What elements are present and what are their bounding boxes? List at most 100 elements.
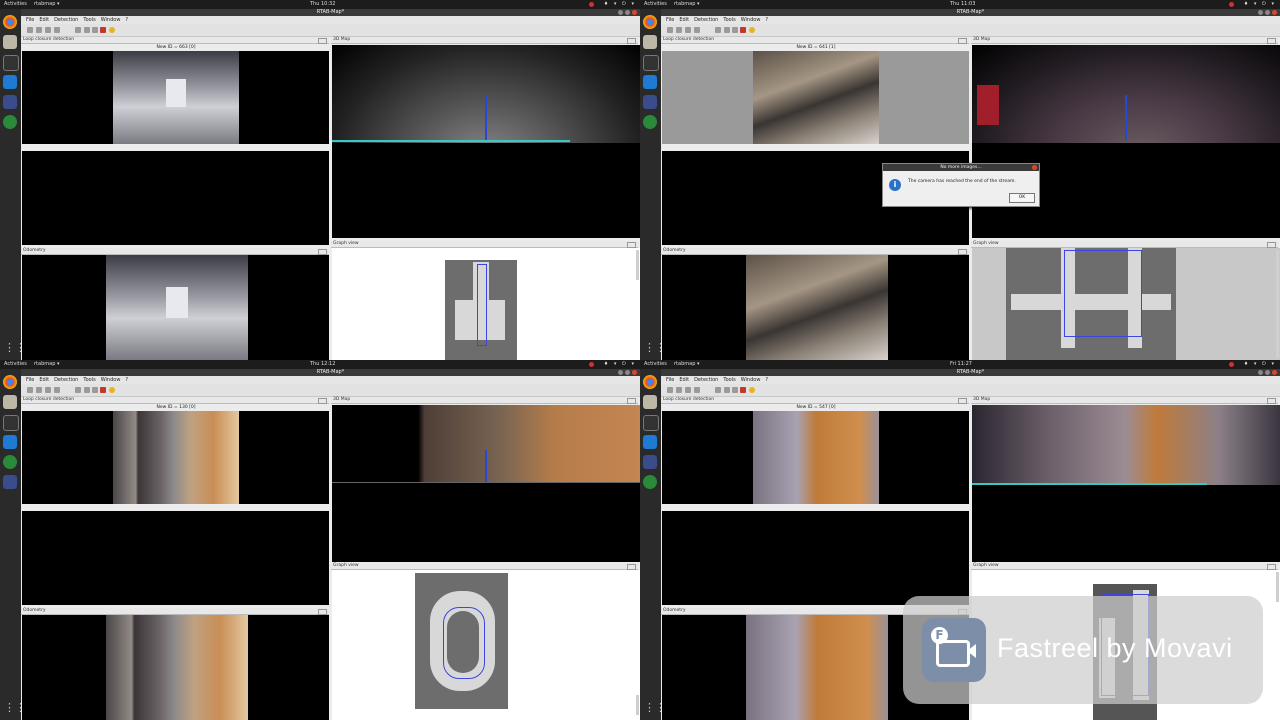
maximize-button[interactable] (625, 10, 630, 15)
menu-help[interactable]: ? (765, 17, 768, 23)
app-menu[interactable]: rtabmap ▾ (674, 361, 699, 367)
minimize-button[interactable] (1258, 10, 1263, 15)
maximize-button[interactable] (1265, 370, 1270, 375)
close-db-icon[interactable] (694, 27, 700, 33)
menu-window[interactable]: Window (101, 17, 121, 23)
menu-tools[interactable]: Tools (83, 17, 95, 23)
panel-float-button[interactable] (318, 38, 327, 44)
menu-file[interactable]: File (666, 377, 674, 383)
settings-icon[interactable] (643, 115, 657, 129)
save-icon[interactable] (685, 387, 691, 393)
ok-button[interactable]: OK (1009, 193, 1035, 203)
graph-scrollbar[interactable] (1276, 250, 1279, 358)
panel-float-button[interactable] (958, 38, 967, 44)
menu-edit[interactable]: Edit (679, 17, 689, 23)
menu-edit[interactable]: Edit (679, 377, 689, 383)
menu-help[interactable]: ? (765, 377, 768, 383)
panel-float-button[interactable] (627, 38, 636, 44)
panel-float-button[interactable] (318, 398, 327, 404)
snapshot-icon[interactable] (109, 27, 115, 33)
pause-icon[interactable] (84, 387, 90, 393)
record-icon[interactable] (732, 27, 738, 33)
start-icon[interactable] (75, 27, 81, 33)
settings-icon[interactable] (3, 115, 17, 129)
chrome-icon[interactable] (3, 375, 17, 389)
snapshot-icon[interactable] (749, 387, 755, 393)
menu-detection[interactable]: Detection (694, 377, 718, 383)
menu-file[interactable]: File (666, 17, 674, 23)
new-icon[interactable] (667, 387, 673, 393)
activities-button[interactable]: Activities (4, 361, 27, 367)
dialog-titlebar[interactable]: No more images... (883, 164, 1039, 171)
vscode-icon[interactable] (3, 435, 17, 449)
open-icon[interactable] (676, 27, 682, 33)
panel-float-button[interactable] (627, 398, 636, 404)
settings-icon[interactable] (3, 455, 17, 469)
window-titlebar[interactable]: RTAB-Map* (21, 9, 640, 16)
chrome-icon[interactable] (643, 15, 657, 29)
vscode-icon[interactable] (3, 75, 17, 89)
system-tray[interactable]: ♦ ▾ ⏻ ▾ (604, 361, 636, 367)
menu-help[interactable]: ? (125, 377, 128, 383)
chrome-icon[interactable] (3, 15, 17, 29)
menu-detection[interactable]: Detection (694, 17, 718, 23)
menu-detection[interactable]: Detection (54, 17, 78, 23)
terminal-icon[interactable] (3, 415, 19, 431)
start-icon[interactable] (715, 27, 721, 33)
menu-help[interactable]: ? (125, 17, 128, 23)
stop-icon[interactable] (740, 387, 746, 393)
open-icon[interactable] (676, 387, 682, 393)
menu-file[interactable]: File (26, 17, 34, 23)
start-icon[interactable] (715, 387, 721, 393)
open-icon[interactable] (36, 387, 42, 393)
record-icon[interactable] (732, 387, 738, 393)
close-button[interactable] (632, 370, 637, 375)
clock[interactable]: Thu 10:32 (310, 1, 335, 7)
menu-window[interactable]: Window (741, 17, 761, 23)
maximize-button[interactable] (1265, 10, 1270, 15)
snapshot-icon[interactable] (749, 27, 755, 33)
new-icon[interactable] (27, 27, 33, 33)
graph-scrollbar[interactable] (636, 695, 639, 715)
system-tray[interactable]: ♦ ▾ ⏻ ▾ (1244, 361, 1276, 367)
dialog-close-icon[interactable] (1032, 165, 1037, 170)
menu-window[interactable]: Window (741, 377, 761, 383)
rtabmap-icon[interactable] (643, 95, 657, 109)
graph-scrollbar[interactable] (636, 250, 639, 280)
pause-icon[interactable] (724, 27, 730, 33)
terminal-icon[interactable] (3, 55, 19, 71)
maximize-button[interactable] (625, 370, 630, 375)
snapshot-icon[interactable] (109, 387, 115, 393)
app-grid-icon[interactable]: ⋮⋮ (4, 342, 26, 354)
close-db-icon[interactable] (54, 387, 60, 393)
close-db-icon[interactable] (694, 387, 700, 393)
record-icon[interactable] (92, 387, 98, 393)
files-icon[interactable] (643, 395, 657, 409)
3d-map-view[interactable] (332, 405, 640, 562)
pause-icon[interactable] (724, 387, 730, 393)
panel-float-button[interactable] (1267, 38, 1276, 44)
app-menu[interactable]: rtabmap ▾ (34, 1, 59, 7)
clock[interactable]: Fri 11:27 (950, 361, 972, 367)
rtabmap-icon[interactable] (3, 95, 17, 109)
new-icon[interactable] (667, 27, 673, 33)
activities-button[interactable]: Activities (4, 1, 27, 7)
start-icon[interactable] (75, 387, 81, 393)
minimize-button[interactable] (618, 10, 623, 15)
menu-file[interactable]: File (26, 377, 34, 383)
menu-edit[interactable]: Edit (39, 377, 49, 383)
menu-window[interactable]: Window (101, 377, 121, 383)
clock[interactable]: Thu 11:03 (950, 1, 975, 7)
menu-detection[interactable]: Detection (54, 377, 78, 383)
app-grid-icon[interactable]: ⋮⋮ (4, 702, 26, 714)
terminal-icon[interactable] (643, 415, 659, 431)
app-grid-icon[interactable]: ⋮⋮ (644, 342, 666, 354)
window-titlebar[interactable]: RTAB-Map* (21, 369, 640, 376)
vscode-icon[interactable] (643, 75, 657, 89)
stop-icon[interactable] (100, 387, 106, 393)
system-tray[interactable]: ♦ ▾ ⏻ ▾ (604, 1, 636, 7)
vscode-icon[interactable] (643, 435, 657, 449)
activities-button[interactable]: Activities (644, 361, 667, 367)
menu-tools[interactable]: Tools (723, 377, 735, 383)
chrome-icon[interactable] (643, 375, 657, 389)
